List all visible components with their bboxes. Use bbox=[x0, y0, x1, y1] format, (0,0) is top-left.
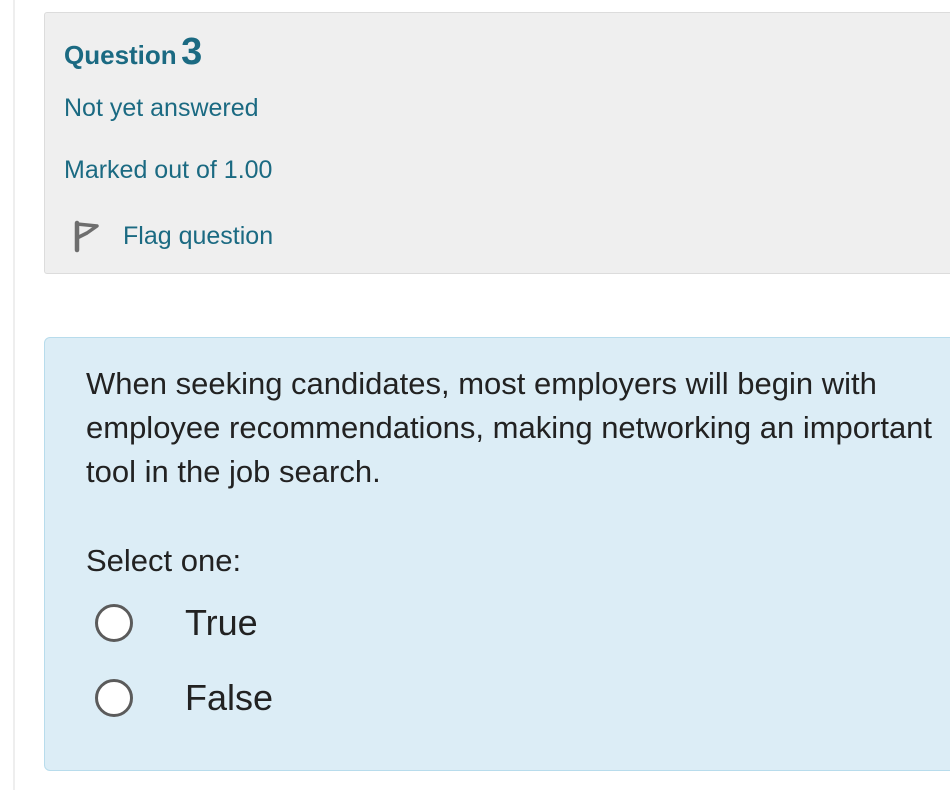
radio-false[interactable] bbox=[95, 679, 133, 717]
page-left-rule bbox=[13, 0, 15, 790]
answer-label-true[interactable]: True bbox=[185, 602, 258, 644]
flag-question-label[interactable]: Flag question bbox=[123, 222, 273, 251]
radio-true[interactable] bbox=[95, 604, 133, 642]
question-word: Question bbox=[64, 40, 177, 70]
question-content-panel: When seeking candidates, most employers … bbox=[44, 337, 950, 771]
answer-label-false[interactable]: False bbox=[185, 677, 273, 719]
question-number: 3 bbox=[181, 31, 203, 73]
question-grade: Marked out of 1.00 bbox=[64, 156, 273, 184]
question-info-panel: Question 3 Not yet answered Marked out o… bbox=[44, 12, 950, 274]
answer-prompt: Select one: bbox=[86, 543, 242, 578]
flag-icon[interactable] bbox=[67, 219, 101, 253]
flag-question-link[interactable]: Flag question bbox=[67, 216, 273, 256]
question-heading: Question 3 bbox=[64, 31, 202, 74]
question-text: When seeking candidates, most employers … bbox=[86, 366, 933, 489]
question-state: Not yet answered bbox=[64, 94, 259, 122]
answer-option-false[interactable]: False bbox=[95, 675, 273, 721]
answer-option-true[interactable]: True bbox=[95, 600, 258, 646]
